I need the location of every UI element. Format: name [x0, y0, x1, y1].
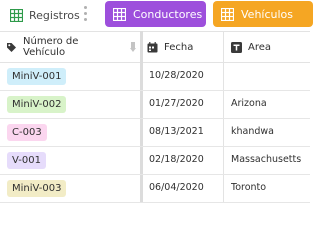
vehicle-number-tag[interactable]: MiniV-003 — [7, 180, 67, 197]
tab-conductores[interactable]: Conductores — [105, 1, 206, 27]
calendar-icon — [147, 41, 158, 53]
column-header-fecha[interactable]: Fecha — [147, 32, 222, 62]
date-cell[interactable]: 10/28/2020 — [149, 62, 221, 90]
table-row[interactable]: MiniV-003 06/04/2020 Toronto — [0, 174, 310, 203]
table-row[interactable]: MiniV-001 10/28/2020 — [0, 62, 310, 91]
date-cell[interactable]: 06/04/2020 — [149, 174, 221, 202]
text-icon — [231, 41, 242, 53]
top-bar: Registros Conductores Vehículos — [0, 0, 313, 30]
area-cell[interactable]: Toronto — [231, 174, 310, 202]
area-cell[interactable]: Arizona — [231, 90, 310, 118]
date-cell[interactable]: 08/13/2021 — [149, 118, 221, 146]
column-header-numero[interactable]: Número de Vehículo — [6, 32, 136, 62]
tab-vehiculos[interactable]: Vehículos — [213, 1, 313, 27]
vehicle-number-tag[interactable]: C-003 — [7, 124, 47, 141]
area-cell[interactable]: khandwa — [231, 118, 310, 146]
area-cell[interactable] — [231, 62, 310, 90]
tab-registros-label: Registros — [29, 8, 80, 22]
column-header-area-label: Area — [248, 41, 272, 53]
column-header-numero-label: Número de Vehículo — [23, 36, 79, 58]
tag-icon — [6, 42, 17, 53]
column-header-area[interactable]: Area — [231, 32, 311, 62]
area-cell[interactable]: Massachusetts — [231, 146, 310, 174]
more-options-icon[interactable] — [84, 6, 88, 22]
tab-vehiculos-label: Vehículos — [241, 7, 294, 21]
vehicle-number-tag[interactable]: MiniV-002 — [7, 96, 67, 113]
tab-registros[interactable]: Registros — [10, 6, 80, 24]
sort-icon[interactable] — [130, 42, 136, 52]
table-row[interactable]: MiniV-002 01/27/2020 Arizona — [0, 90, 310, 119]
grid-icon — [221, 7, 234, 21]
table-row[interactable]: V-001 02/18/2020 Massachusetts — [0, 146, 310, 175]
date-cell[interactable]: 01/27/2020 — [149, 90, 221, 118]
grid-icon — [10, 8, 23, 22]
tab-conductores-label: Conductores — [133, 7, 203, 21]
grid-icon — [113, 7, 126, 21]
column-header-fecha-label: Fecha — [164, 41, 194, 53]
date-cell[interactable]: 02/18/2020 — [149, 146, 221, 174]
vehicle-number-tag[interactable]: MiniV-001 — [7, 68, 67, 85]
vehicle-number-tag[interactable]: V-001 — [7, 152, 46, 169]
table-header: Número de Vehículo Fecha Area — [0, 31, 310, 63]
table-row[interactable]: C-003 08/13/2021 khandwa — [0, 118, 310, 147]
